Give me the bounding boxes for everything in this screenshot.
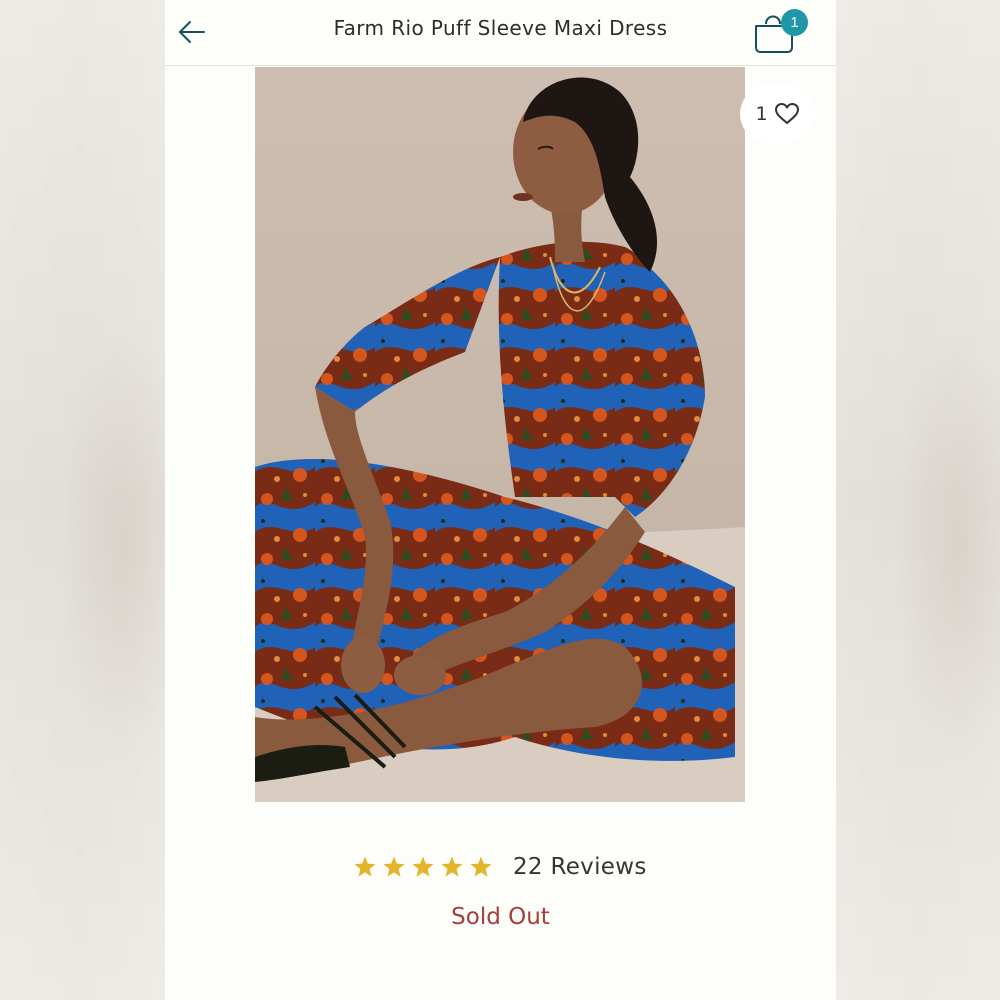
reviews-link[interactable]: 22 Reviews	[513, 854, 647, 880]
sold-out-status: Sold Out	[451, 904, 550, 930]
star-icon	[441, 856, 463, 877]
star-icon	[354, 856, 376, 877]
rating-row: 22 Reviews	[353, 850, 647, 884]
bag-count-badge: 1	[781, 9, 808, 36]
background-right	[835, 0, 1000, 1000]
back-button[interactable]	[175, 14, 209, 50]
back-arrow-icon	[179, 21, 205, 43]
star-icon	[470, 856, 492, 877]
heart-icon	[774, 103, 799, 124]
like-button[interactable]: 1	[740, 85, 815, 143]
shopping-bag-button[interactable]: 1	[750, 6, 810, 56]
top-nav-bar: Farm Rio Puff Sleeve Maxi Dress 1	[165, 0, 836, 66]
like-count: 1	[755, 103, 768, 125]
page-title: Farm Rio Puff Sleeve Maxi Dress	[333, 16, 668, 40]
app-screen: Farm Rio Puff Sleeve Maxi Dress 1 1 22 R…	[165, 0, 836, 1000]
star-rating	[353, 855, 493, 879]
product-image[interactable]	[255, 67, 745, 802]
background-left	[0, 0, 165, 1000]
product-photo	[255, 67, 745, 802]
star-icon	[412, 856, 434, 877]
star-icon	[383, 856, 405, 877]
